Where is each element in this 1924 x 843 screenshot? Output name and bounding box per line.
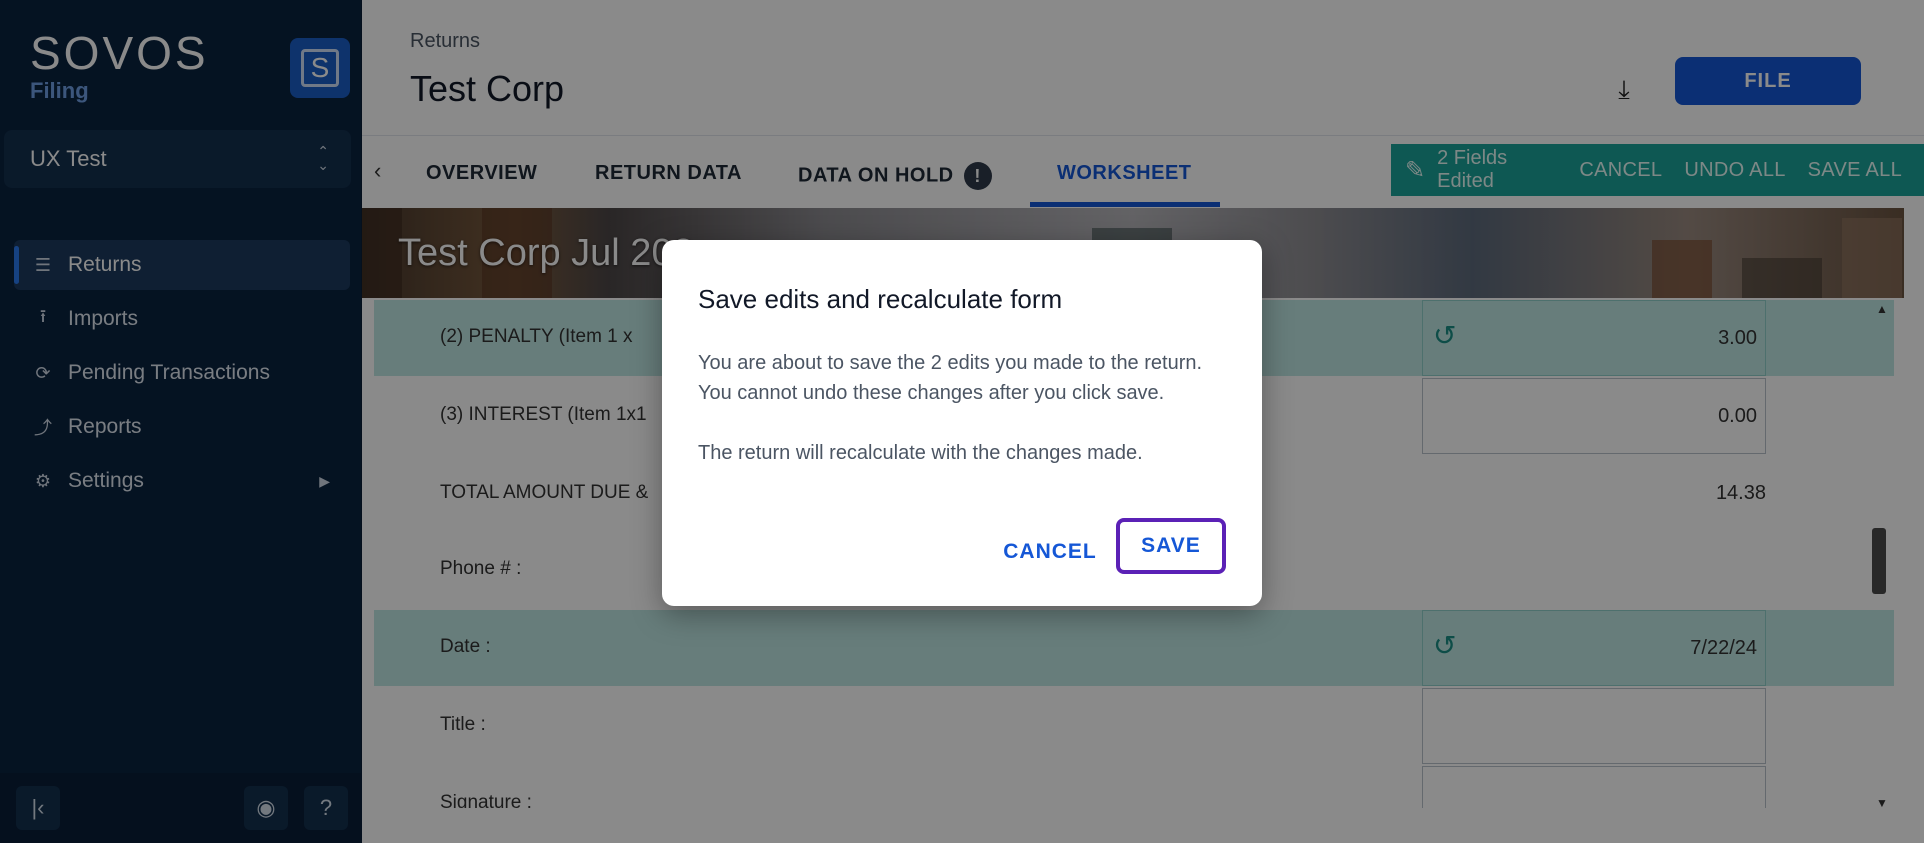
dialog-title: Save edits and recalculate form — [698, 284, 1063, 314]
dialog-cancel-button[interactable]: CANCEL — [980, 530, 1120, 574]
dialog-message: You are about to save the 2 edits you ma… — [698, 352, 1203, 404]
dialog-save-button[interactable]: SAVE — [1116, 518, 1226, 574]
dialog-note: The return will recalculate with the cha… — [698, 442, 1143, 464]
save-confirmation-dialog: Save edits and recalculate form You are … — [662, 240, 1262, 606]
dialog-body: You are about to save the 2 edits you ma… — [698, 348, 1238, 468]
